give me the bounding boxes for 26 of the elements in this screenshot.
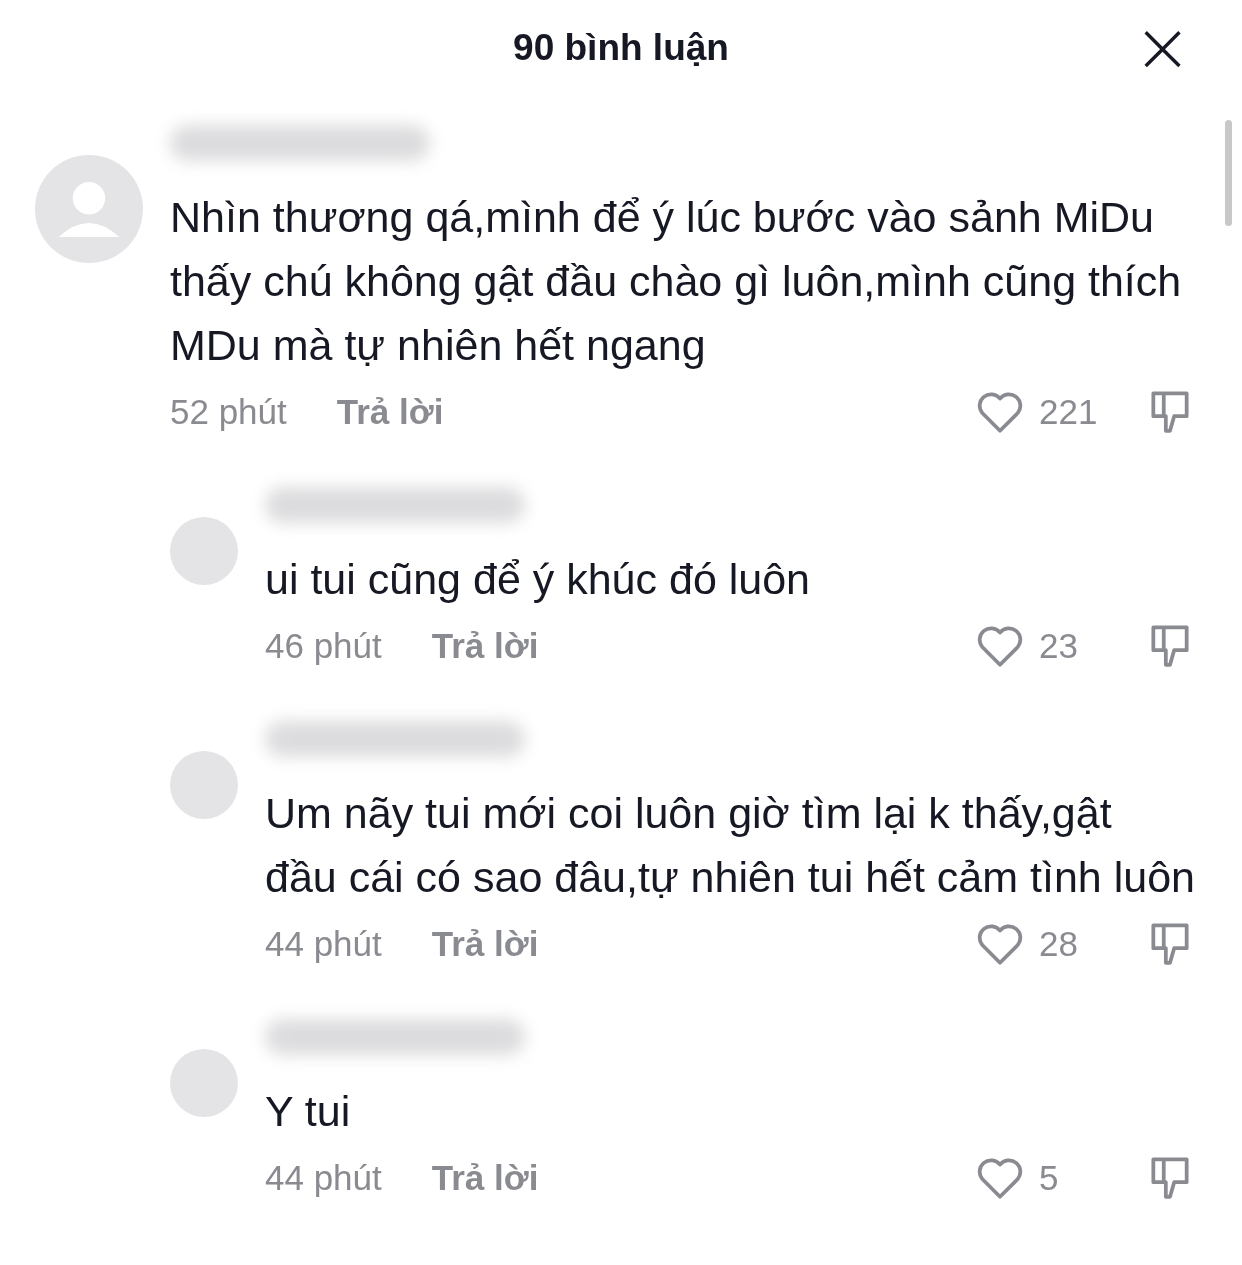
comment-time: 44 phút: [265, 924, 382, 964]
like-button[interactable]: 221: [975, 387, 1115, 437]
like-button[interactable]: 23: [975, 621, 1115, 671]
reply-link[interactable]: Trả lời: [431, 924, 539, 964]
comments-title: 90 bình luận: [513, 26, 729, 69]
like-button[interactable]: 28: [975, 919, 1115, 969]
comment-time: 44 phút: [265, 1158, 382, 1198]
like-button[interactable]: 5: [975, 1153, 1115, 1203]
reply-link[interactable]: Trả lời: [431, 626, 539, 666]
comment-text: Nhìn thương qá,mình để ý lúc bước vào sảnh MiDu thấy chú không gật đầu chào gì luôn,mình cũng thích MDu mà tự nhiên hết ngang: [170, 192, 1183, 371]
close-button[interactable]: ×: [1133, 15, 1192, 79]
avatar-icon: [170, 1049, 238, 1117]
comment-text: Y tui: [265, 1086, 352, 1137]
avatar-icon: [170, 517, 238, 585]
like-count: 221: [1039, 392, 1098, 432]
comment-text: ui tui cũng để ý khúc đó luôn: [265, 554, 812, 605]
like-count: 5: [1039, 1158, 1059, 1198]
avatar-icon: [35, 155, 143, 263]
avatar-icon: [170, 751, 238, 819]
like-count: 23: [1039, 626, 1078, 666]
reply-link[interactable]: Trả lời: [336, 392, 444, 432]
comment-time: 52 phút: [170, 392, 287, 432]
comment-text: Um nãy tui mới coi luôn giờ tìm lại k thấy,gật đầu cái có sao đâu,tự nhiên tui hết cảm tình luôn: [265, 788, 1195, 903]
reply-link[interactable]: Trả lời: [431, 1158, 539, 1198]
comment-time: 46 phút: [265, 626, 382, 666]
like-count: 28: [1039, 924, 1078, 964]
